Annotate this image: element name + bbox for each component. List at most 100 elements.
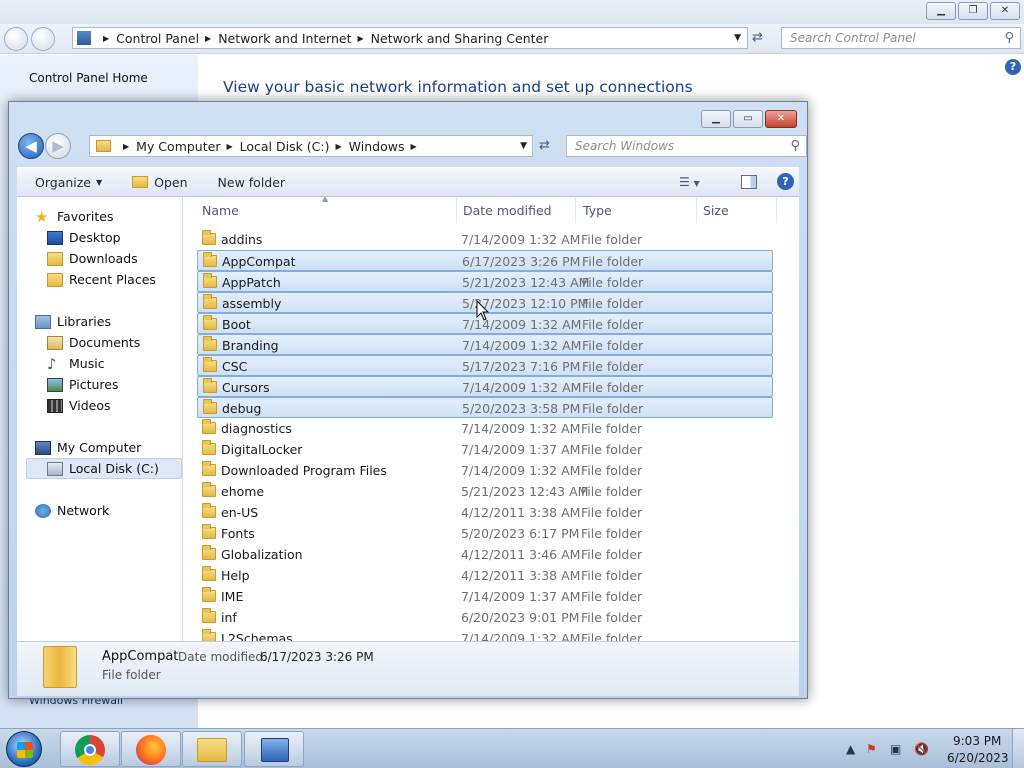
file-name: CSC (222, 359, 248, 374)
open-button[interactable]: Open (132, 175, 188, 190)
file-name: Help (221, 568, 250, 583)
file-name: diagnostics (221, 421, 292, 436)
file-row[interactable]: inf 6/20/2023 9:01 PM File folder (197, 607, 773, 628)
file-row[interactable]: IME 7/14/2009 1:37 AM File folder (197, 586, 773, 607)
volume-muted-icon[interactable]: 🔇 (914, 742, 929, 756)
cp-breadcrumb-0[interactable]: Control Panel (116, 31, 199, 46)
file-row[interactable]: Cursors 7/14/2009 1:32 AM File folder (197, 376, 773, 397)
file-row[interactable]: debug 5/20/2023 3:58 PM File folder (197, 397, 773, 418)
column-header-type[interactable]: Type (583, 197, 697, 223)
cp-forward-button[interactable] (31, 27, 55, 51)
help-icon[interactable]: ? (777, 173, 794, 190)
tree-item-recent-places[interactable]: Recent Places (47, 269, 156, 290)
windows-logo-icon (17, 742, 33, 758)
file-row[interactable]: Globalization 4/12/2011 3:46 AM File folde… (197, 544, 773, 565)
back-button[interactable]: ◀ (18, 133, 44, 159)
cp-minimize-button[interactable]: ▁ (926, 2, 956, 20)
file-type: File folder (581, 526, 643, 541)
address-bar[interactable]: ▶ My Computer ▶ Local Disk (C:) ▶ Window… (89, 135, 533, 157)
tree-label: My Computer (57, 440, 142, 455)
cp-home-link[interactable]: Control Panel Home (29, 71, 148, 85)
start-orb[interactable] (6, 731, 42, 767)
file-row[interactable]: AppCompat 6/17/2023 3:26 PM File folder (197, 250, 773, 271)
cp-search-input[interactable]: Search Control Panel ⚲ (781, 27, 1021, 49)
column-header-name[interactable]: Name ▲ (202, 197, 457, 223)
search-icon[interactable]: ⚲ (1004, 31, 1014, 46)
breadcrumb-windows[interactable]: Windows (349, 139, 405, 154)
file-row[interactable]: CSC 5/17/2023 7:16 PM File folder (197, 355, 773, 376)
file-row[interactable]: addins 7/14/2009 1:32 AM File folder (197, 229, 773, 250)
tree-label: Desktop (69, 230, 121, 245)
mouse-cursor (476, 299, 490, 325)
refresh-icon[interactable]: ⇄ (752, 30, 763, 45)
tree-item-my-computer[interactable]: My Computer (35, 437, 141, 458)
file-row[interactable]: diagnostics 7/14/2009 1:32 AM File folder (197, 418, 773, 439)
file-row[interactable]: DigitalLocker 7/14/2009 1:37 AM File folde… (197, 439, 773, 460)
breadcrumb-my-computer[interactable]: My Computer (136, 139, 220, 154)
help-icon[interactable]: ? (1005, 59, 1021, 75)
file-row[interactable]: Downloaded Program Files 7/14/2009 1:32 A… (197, 460, 773, 481)
view-options-button[interactable]: ☰ ▼ (679, 175, 700, 189)
tree-item-videos[interactable]: Videos (47, 395, 111, 416)
tree-item-local-disk[interactable]: Local Disk (C:) (26, 458, 182, 479)
file-row[interactable]: en-US 4/12/2011 3:38 AM File folder (197, 502, 773, 523)
taskbar-firefox-button[interactable] (121, 731, 181, 767)
tree-item-favorites[interactable]: ★ Favorites (35, 206, 113, 227)
details-file-type: File folder (102, 668, 161, 682)
folder-icon (202, 230, 216, 245)
network-status-icon[interactable]: ▣ (890, 742, 901, 756)
tree-item-documents[interactable]: Documents (47, 332, 140, 353)
taskbar-explorer-button[interactable] (182, 731, 242, 767)
file-row[interactable]: Branding 7/14/2009 1:32 AM File folder (197, 334, 773, 355)
chevron-down-icon[interactable]: ▼ (520, 141, 527, 151)
new-folder-button[interactable]: New folder (218, 175, 286, 190)
folder-icon (203, 294, 217, 309)
search-icon[interactable]: ⚲ (790, 139, 800, 154)
column-header-size[interactable]: Size (703, 197, 777, 223)
file-name: AppPatch (222, 275, 281, 290)
tree-item-pictures[interactable]: Pictures (47, 374, 119, 395)
refresh-icon[interactable]: ⇄ (539, 138, 550, 153)
file-row[interactable]: Help 4/12/2011 3:38 AM File folder (197, 565, 773, 586)
preview-pane-icon[interactable] (741, 175, 757, 189)
cp-breadcrumb-2[interactable]: Network and Sharing Center (371, 31, 549, 46)
maximize-button[interactable]: ▭ (733, 110, 763, 128)
cp-address-bar[interactable]: ▶ Control Panel ▶ Network and Internet ▶… (72, 27, 748, 49)
forward-button[interactable]: ▶ (45, 133, 71, 159)
action-center-icon[interactable]: ⚑ (866, 742, 877, 756)
cp-breadcrumb-1[interactable]: Network and Internet (218, 31, 351, 46)
show-desktop-button[interactable] (1012, 729, 1024, 768)
taskbar-control-panel-button[interactable] (244, 731, 304, 767)
file-row[interactable]: AppPatch 5/21/2023 12:43 AM File folder (197, 271, 773, 292)
search-input[interactable]: Search Windows ⚲ (566, 135, 807, 157)
file-type: File folder (581, 631, 643, 641)
cp-restore-button[interactable]: ❐ (958, 2, 988, 20)
tree-item-network[interactable]: Network (35, 500, 109, 521)
folder-icon (96, 140, 111, 152)
tree-item-music[interactable]: ♪ Music (47, 353, 105, 374)
clock-date[interactable]: 6/20/2023 (947, 751, 1009, 765)
tree-label: Downloads (69, 251, 138, 266)
clock-time[interactable]: 9:03 PM (953, 734, 1001, 748)
control-panel-icon (261, 738, 289, 762)
taskbar-chrome-button[interactable] (60, 731, 120, 767)
tree-item-downloads[interactable]: Downloads (47, 248, 138, 269)
chevron-down-icon[interactable]: ▼ (734, 33, 741, 43)
tree-item-libraries[interactable]: Libraries (35, 311, 111, 332)
organize-button[interactable]: Organize ▼ (35, 175, 102, 190)
column-header-date-modified[interactable]: Date modified (463, 197, 576, 223)
desktop-icon (47, 230, 63, 245)
file-date-modified: 4/12/2011 3:38 AM (461, 568, 581, 583)
tree-item-desktop[interactable]: Desktop (47, 227, 121, 248)
file-row[interactable]: ehome 5/21/2023 12:43 AM File folder (197, 481, 773, 502)
tree-label: Libraries (57, 314, 111, 329)
file-row[interactable]: Fonts 5/20/2023 6:17 PM File folder (197, 523, 773, 544)
show-hidden-icons-arrow[interactable]: ▲ (846, 742, 855, 756)
breadcrumb-local-disk[interactable]: Local Disk (C:) (240, 139, 330, 154)
cp-close-button[interactable]: ✕ (990, 2, 1020, 20)
open-folder-icon (132, 176, 149, 188)
close-button[interactable]: ✕ (765, 110, 797, 128)
file-row[interactable]: L2Schemas 7/14/2009 1:32 AM File folder (197, 628, 773, 641)
cp-back-button[interactable] (4, 27, 28, 51)
minimize-button[interactable]: ▁ (701, 110, 731, 128)
